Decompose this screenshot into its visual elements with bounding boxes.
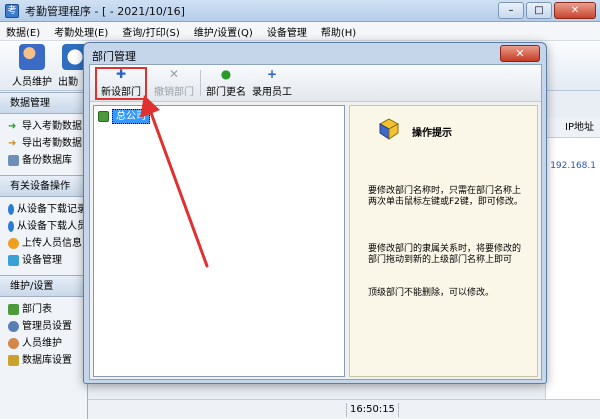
window-title: 考勤管理程序 - [ - 2021/10/16]: [25, 4, 185, 18]
status-time: 16:50:15: [346, 403, 399, 417]
nav-section-maintenance[interactable]: 维护/设置: [0, 275, 87, 297]
nav-item-download-records[interactable]: 从设备下载记录: [0, 201, 87, 218]
nav-item-db-settings[interactable]: 数据库设置: [0, 352, 87, 369]
nav-section-data[interactable]: 数据管理: [0, 92, 87, 114]
download-icon: [8, 221, 14, 232]
import-arrow-icon: ➜: [8, 121, 17, 132]
menu-maintenance[interactable]: 维护/设置(Q): [194, 24, 253, 39]
nav-item-import[interactable]: ➜ 导入考勤数据: [0, 118, 87, 135]
delete-icon: ✕: [168, 67, 180, 81]
menu-device[interactable]: 设备管理: [267, 24, 307, 39]
status-bar: 16:50:15: [88, 399, 600, 419]
tips-paragraph-3: 顶级部门不能删除，可以修改。: [368, 288, 495, 298]
plus-icon: +: [266, 67, 278, 81]
dialog-title: 部门管理: [92, 50, 136, 63]
hire-employee-button[interactable]: + 录用员工: [250, 67, 294, 99]
staff-maintenance-label: 人员维护: [12, 77, 52, 88]
download-icon: [8, 204, 14, 215]
cancel-department-button[interactable]: ✕ 撤销部门: [150, 67, 198, 99]
nav-item-upload-staff[interactable]: 上传人员信息: [0, 235, 87, 252]
upload-icon: [8, 238, 19, 249]
close-button[interactable]: ✕: [554, 2, 596, 19]
organization-icon: [98, 111, 109, 122]
export-arrow-icon: ➜: [8, 138, 17, 149]
lock-icon: [8, 355, 19, 366]
tips-panel: 操作提示 要修改部门名称时，只需在部门名称上两次单击鼠标左键或F2键，即可修改。…: [349, 105, 538, 377]
nav-item-export[interactable]: ➜ 导出考勤数据: [0, 135, 87, 152]
tips-paragraph-2: 要修改部门的隶属关系时，将要修改的部门拖动到新的上级部门名称上即可: [368, 244, 522, 265]
tree-node-label[interactable]: 总公司: [112, 109, 150, 124]
menu-attendance[interactable]: 考勤处理(E): [54, 24, 108, 39]
app-icon: 考: [5, 3, 19, 18]
highlight-box: [95, 67, 147, 100]
tree-node-root[interactable]: 总公司: [98, 109, 150, 124]
people-icon: [19, 44, 45, 70]
device-grid: IP地址 192.168.1: [545, 118, 600, 413]
nav-item-download-staff[interactable]: 从设备下载人员: [0, 218, 87, 235]
nav-item-device-manage[interactable]: 设备管理: [0, 252, 87, 269]
check-icon: ●: [220, 67, 232, 81]
maximize-button[interactable]: □: [526, 2, 552, 19]
menu-bar: 数据(E) 考勤处理(E) 查询/打印(S) 维护/设置(Q) 设备管理 帮助(…: [0, 22, 600, 41]
nav-item-department-table[interactable]: 部门表: [0, 301, 87, 318]
menu-help[interactable]: 帮助(H): [321, 24, 356, 39]
rename-department-label: 部门更名: [206, 87, 246, 98]
toolbar-separator: [200, 70, 201, 96]
main-titlebar: 考 考勤管理程序 - [ - 2021/10/16] – □ ✕: [0, 0, 600, 22]
staff-maintenance-button[interactable]: 人员维护: [10, 44, 54, 88]
hire-employee-label: 录用员工: [252, 87, 292, 98]
dialog-close-button[interactable]: ✕: [500, 45, 540, 62]
menu-query-print[interactable]: 查询/打印(S): [122, 24, 180, 39]
department-dialog: 部门管理 ✕ ✚ 新设部门 ✕ 撤销部门 ● 部门更名 + 录用员工 总公司 操…: [83, 42, 547, 384]
cancel-department-label: 撤销部门: [154, 87, 194, 98]
admin-icon: [8, 321, 19, 332]
rename-department-button[interactable]: ● 部门更名: [204, 67, 248, 99]
tips-paragraph-1: 要修改部门名称时，只需在部门名称上两次单击鼠标左键或F2键，即可修改。: [368, 186, 523, 207]
table-cell-ip[interactable]: 192.168.1: [546, 157, 600, 175]
key-bulb-icon: [378, 118, 400, 140]
dialog-toolbar: ✚ 新设部门 ✕ 撤销部门 ● 部门更名 + 录用员工: [90, 65, 541, 102]
tips-title: 操作提示: [412, 128, 452, 139]
device-icon: [8, 255, 19, 266]
nav-item-admin-settings[interactable]: 管理员设置: [0, 318, 87, 335]
nav-item-staff[interactable]: 人员维护: [0, 335, 87, 352]
minimize-button[interactable]: –: [498, 2, 524, 19]
department-icon: [8, 304, 19, 315]
left-nav: 数据管理 ➜ 导入考勤数据 ➜ 导出考勤数据 备份数据库 有关设备操作 从设备下载记…: [0, 92, 88, 419]
attendance-label: 出勤: [58, 77, 78, 88]
dialog-body: ✚ 新设部门 ✕ 撤销部门 ● 部门更名 + 录用员工 总公司 操作提示 要修改…: [89, 64, 542, 380]
department-tree[interactable]: 总公司: [93, 105, 345, 377]
people-icon: [8, 338, 19, 349]
menu-data[interactable]: 数据(E): [6, 24, 40, 39]
database-icon: [8, 155, 19, 166]
nav-section-device[interactable]: 有关设备操作: [0, 175, 87, 197]
nav-item-backup[interactable]: 备份数据库: [0, 152, 87, 169]
column-header-ip[interactable]: IP地址: [546, 118, 600, 138]
